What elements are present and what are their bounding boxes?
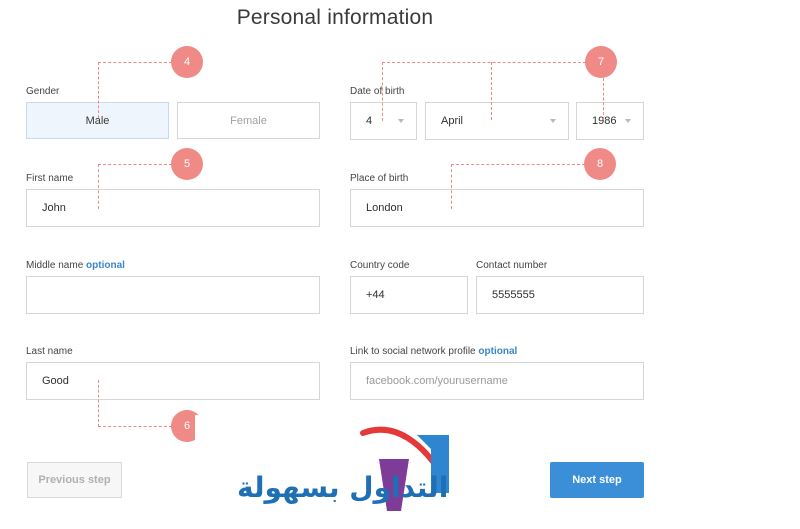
callout-badge-8: 8 xyxy=(584,148,616,180)
callout-5-connector xyxy=(98,164,172,209)
previous-step-button[interactable]: Previous step xyxy=(27,462,122,498)
first-name-label: First name xyxy=(26,173,74,184)
dob-year-select[interactable]: 1986 xyxy=(576,102,644,140)
callout-7-connector-c xyxy=(603,78,604,120)
country-code-label: Country code xyxy=(350,260,410,271)
dob-year-value: 1986 xyxy=(592,115,617,127)
callout-7-connector-b xyxy=(491,62,492,120)
callout-6-connector xyxy=(98,380,172,427)
middle-name-label-text: Middle name xyxy=(26,260,84,271)
social-link-optional-tag: optional xyxy=(478,346,518,357)
place-of-birth-label: Place of birth xyxy=(350,173,409,184)
callout-badge-5: 5 xyxy=(171,148,203,180)
callout-badge-7: 7 xyxy=(585,46,617,78)
callout-4-connector xyxy=(98,62,172,118)
last-name-field[interactable]: Good xyxy=(26,362,320,400)
last-name-label: Last name xyxy=(26,346,73,357)
callout-badge-4: 4 xyxy=(171,46,203,78)
contact-number-field[interactable]: 5555555 xyxy=(476,276,644,314)
contact-number-label: Contact number xyxy=(476,260,548,271)
middle-name-field[interactable] xyxy=(26,276,320,314)
gender-female-option[interactable]: Female xyxy=(177,102,320,139)
social-link-label: Link to social network profile optional xyxy=(350,346,517,357)
page-title: Personal information xyxy=(236,6,434,29)
dob-day-value: 4 xyxy=(366,115,373,127)
first-name-field[interactable]: John xyxy=(26,189,320,227)
watermark-text: التداول بسهولة xyxy=(237,471,449,504)
next-step-button[interactable]: Next step xyxy=(550,462,644,498)
callout-7-connector-a xyxy=(382,62,586,121)
country-code-field[interactable]: +44 xyxy=(350,276,468,314)
social-link-label-text: Link to social network profile xyxy=(350,346,476,357)
middle-name-optional-tag: optional xyxy=(86,260,125,271)
callout-8-connector xyxy=(451,164,585,209)
gender-label: Gender xyxy=(26,86,60,97)
middle-name-label: Middle name optional xyxy=(26,260,125,271)
chevron-down-icon xyxy=(625,119,631,123)
social-link-field[interactable]: facebook.com/yourusername xyxy=(350,362,644,400)
watermark-logo: التداول بسهولة xyxy=(195,415,475,519)
